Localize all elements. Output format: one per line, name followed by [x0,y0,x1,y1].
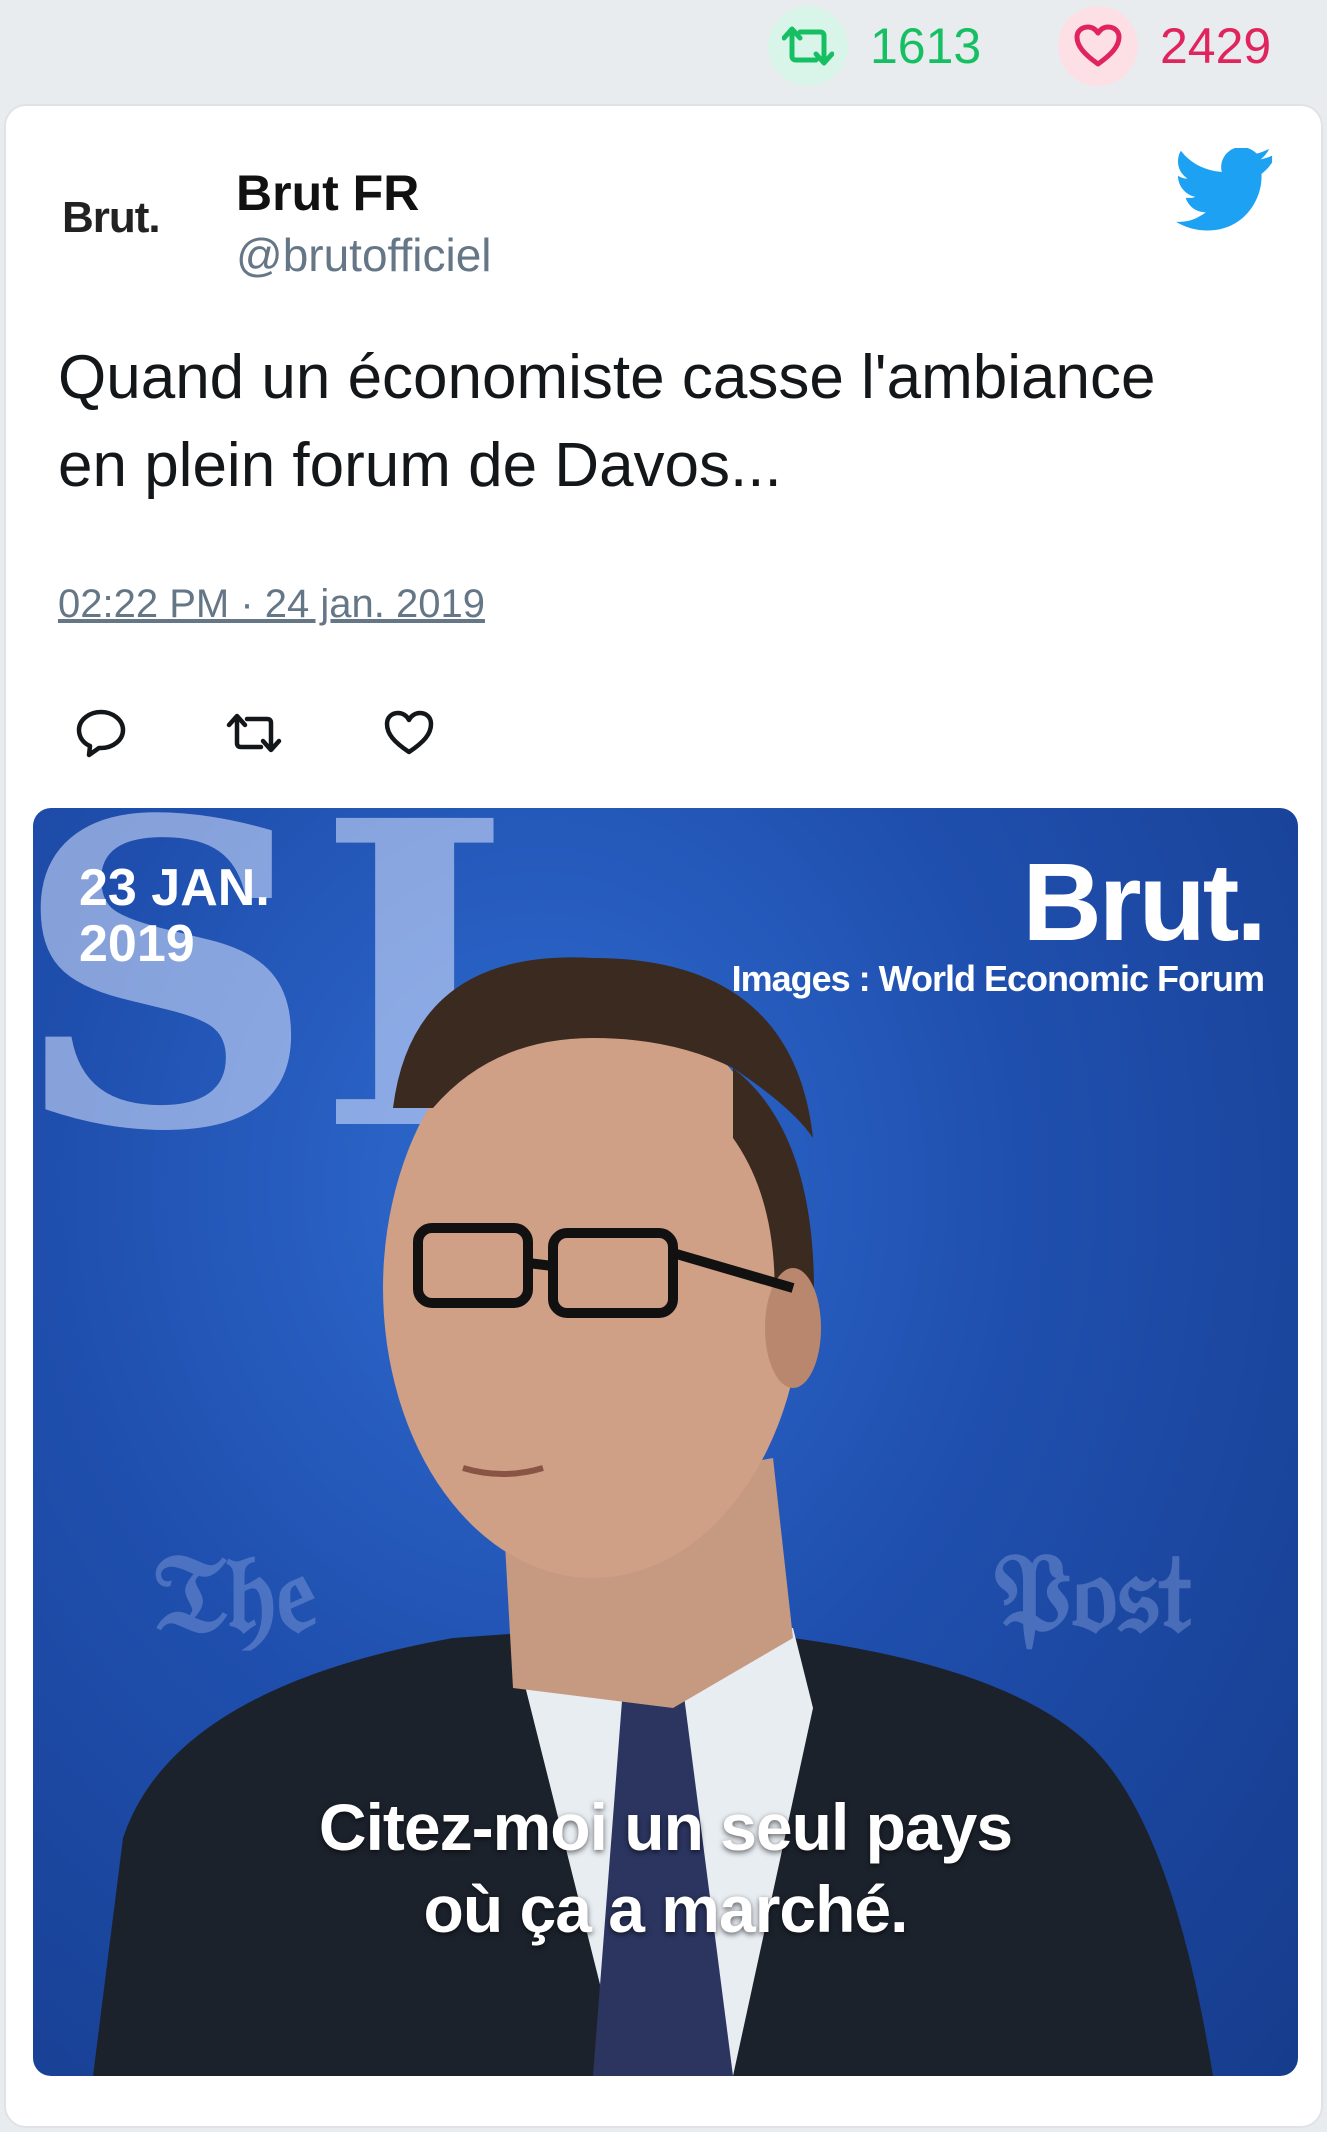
display-name[interactable]: Brut FR [236,164,419,222]
video-brand-logo: Brut. [1022,841,1267,964]
tweet-timestamp[interactable]: 02:22 PM · 24 jan. 2019 [58,582,485,627]
tweet-text-line-1: Quand un économiste casse l'ambiance [58,343,1156,412]
retweet-icon[interactable] [768,6,848,86]
avatar[interactable]: Brut. [62,178,222,258]
video-subtitle: Citez-moi un seul pays où ça a marché. [33,1786,1298,1950]
video-date-line-1: 23 JAN. [79,859,270,917]
video-subtitle-line-2: où ça a marché. [423,1872,909,1946]
engagement-bar: 1613 2429 [0,0,1327,92]
video-credit: Images : World Economic Forum [731,958,1265,999]
video-date-overlay: 23 JAN. 2019 [79,860,270,972]
video-subtitle-line-1: Citez-moi un seul pays [318,1790,1013,1864]
retweet-count-value: 1613 [870,18,982,74]
like-action-icon[interactable] [374,698,444,768]
like-count[interactable]: 2429 [1058,6,1272,86]
tweet-card[interactable]: Brut. Brut FR @brutofficiel Quand un éco… [4,104,1323,2128]
heart-icon[interactable] [1058,6,1138,86]
retweet-count[interactable]: 1613 [768,6,982,86]
like-count-value: 2429 [1160,18,1272,74]
avatar-logo-text: Brut. [62,193,161,242]
video-thumbnail[interactable]: SL 𝔗𝔥𝔢 𝔓𝔬𝔰𝔱 23 JAN. 2019 Brut. Images: … [33,808,1298,2076]
retweet-action-icon[interactable] [219,698,289,768]
twitter-bird-icon[interactable] [1176,148,1276,234]
tweet-text-line-2: en plein forum de Davos... [58,431,782,500]
video-date-line-2: 2019 [79,915,195,973]
reply-icon[interactable] [66,698,136,768]
user-handle[interactable]: @brutofficiel [236,228,492,282]
tweet-text: Quand un économiste casse l'ambiance en … [58,334,1278,510]
